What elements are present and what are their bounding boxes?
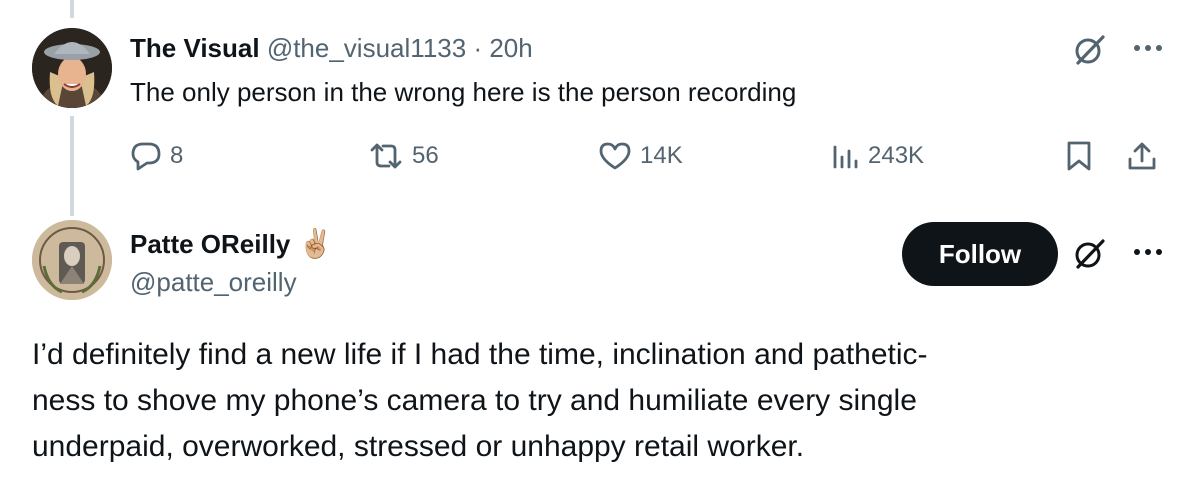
avatar-image: [32, 220, 112, 300]
tweet-time[interactable]: 20h: [489, 33, 532, 63]
follow-button[interactable]: Follow: [902, 222, 1058, 286]
retweet-count: 56: [412, 142, 439, 169]
reply-count: 8: [170, 142, 184, 169]
thread-connector-top: [70, 0, 74, 18]
author-handle[interactable]: @patte_oreilly: [130, 264, 297, 300]
tweet-text-line: ness to shove my phone’s camera to try a…: [32, 384, 917, 417]
tweet-text: I’d definitely find a new life if I had …: [32, 332, 1152, 470]
victory-hand-emoji: ✌🏼: [298, 228, 334, 259]
more-icon[interactable]: [1128, 28, 1168, 68]
tweet-text-line: I’d definitely find a new life if I had …: [32, 338, 928, 371]
more-icon[interactable]: [1128, 232, 1168, 272]
retweet-button[interactable]: 56: [368, 136, 439, 176]
tweet-header: The Visual @the_visual1133 · 20h: [130, 30, 533, 66]
views-icon: [833, 145, 858, 169]
thread-connector: [70, 116, 74, 216]
tweet-text-line: underpaid, overworked, stressed or unhap…: [32, 430, 805, 463]
retweet-icon: [370, 143, 402, 169]
tweet-text: The only person in the wrong here is the…: [130, 77, 797, 107]
grok-icon[interactable]: [1070, 234, 1110, 274]
reply-button[interactable]: 8: [130, 136, 183, 176]
share-icon: [1128, 142, 1156, 170]
like-count: 14K: [640, 142, 683, 169]
reply-author-row: Patte OReilly ✌🏼: [130, 226, 333, 262]
author-name[interactable]: The Visual: [130, 33, 260, 63]
avatar[interactable]: [32, 220, 112, 300]
author-name[interactable]: Patte OReilly: [130, 226, 290, 262]
reply-icon: [131, 142, 161, 171]
avatar-image: [32, 28, 112, 108]
avatar[interactable]: [32, 28, 112, 108]
heart-icon: [599, 142, 631, 170]
header-separator: ·: [473, 33, 483, 63]
share-button[interactable]: [1126, 136, 1158, 176]
like-button[interactable]: 14K: [598, 136, 683, 176]
grok-icon[interactable]: [1070, 30, 1110, 70]
author-handle[interactable]: @the_visual1133: [267, 33, 466, 63]
bookmark-button[interactable]: [1064, 136, 1094, 176]
views-count: 243K: [868, 142, 925, 169]
tweet-thread: The Visual @the_visual1133 · 20h The onl…: [0, 0, 1194, 504]
views-button[interactable]: 243K: [830, 136, 924, 176]
bookmark-icon: [1067, 141, 1091, 171]
